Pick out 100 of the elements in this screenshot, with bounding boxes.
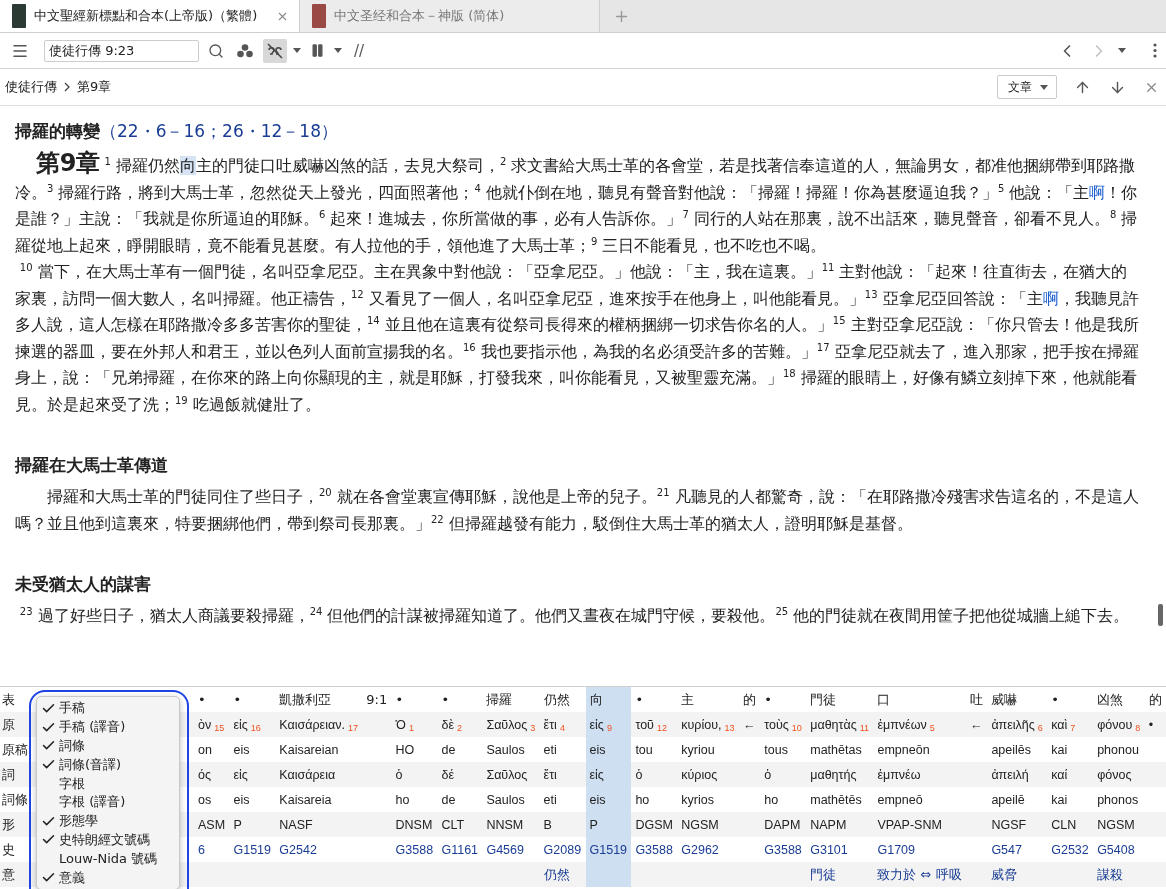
- greek-word-cell[interactable]: Καισάρειαν. 17: [275, 712, 363, 737]
- greek-word: καὶ: [1051, 717, 1068, 732]
- table-cell[interactable]: •: [194, 687, 230, 712]
- table-cell[interactable]: •: [1047, 687, 1094, 712]
- table-cell-text: eis: [232, 741, 251, 759]
- strong-number-link[interactable]: 6: [194, 837, 230, 862]
- view-dropdown[interactable]: 文章: [997, 75, 1057, 99]
- strong-number-link[interactable]: G3588: [760, 837, 807, 862]
- table-cell[interactable]: •: [437, 687, 483, 712]
- table-cell[interactable]: 凶煞: [1093, 687, 1145, 712]
- greek-word-cell[interactable]: Ὁ 1: [391, 712, 438, 737]
- table-cell-text: kyriou: [680, 741, 716, 759]
- greek-word-cell[interactable]: φόνου 8: [1093, 712, 1145, 737]
- table-cell-text: HO: [394, 741, 416, 759]
- menu-item[interactable]: 手稿 (譯音): [37, 717, 179, 737]
- strong-number-link[interactable]: G547: [987, 837, 1048, 862]
- separator-toggle[interactable]: //: [354, 41, 365, 60]
- table-cell-text: 門徒: [809, 865, 838, 884]
- table-cell-text: kai: [1050, 791, 1069, 809]
- table-cell[interactable]: •: [631, 687, 678, 712]
- word-order-number: 8: [1135, 723, 1141, 735]
- table-cell[interactable]: 口: [873, 687, 966, 712]
- verse-paragraph: $^{10}$ 當下，在大馬士革有一個門徒，名叫亞拿尼亞。主在異象中對他說：「亞拿尼亞。」他說：「主，我在這裏。」$^{11}$ 主對他說：「起來！往直街去，在猶大的家裏，訪問一個大數人，名叫掃羅。他正禱告，$^{12}$ 又看見了一個人，名叫亞拿尼亞，進來按手在他身上，叫他能看見。」$^{13}$ 亞拿尼亞回答說：「主啊，我聽見許多人說，這人怎樣在耶路撒冷多多苦害你的聖徒，$^{14}$ 並且他在這裏有從祭司長得來的權柄捆綁一切求告你名的人。」$^{15}$ 主對亞拿尼亞說：「你只管去！他是我所揀選的器皿，要在外邦人和君王，並以色列人面前宣揚我的名。$^{16}$ 我也要指示他，為我的名必須受許多的苦難。」$^{17}$ 亞拿尼亞就去了，進入那家，把手按在掃羅身上，說：「兄弟掃羅，在你來的路上向你顯現的主，就是耶穌，打發我來，叫你能看見，又被聖靈充滿。」$^{18}$ 掃羅的眼睛上，好像有鱗立刻掉下來，他就能看見。於是起來受了洗；$^{19}$ 吃過飯就健壯了。: [15, 260, 1140, 416]
- word-link[interactable]: 啊: [1089, 182, 1106, 202]
- greek-word-cell[interactable]: τοὺς 10: [760, 712, 807, 737]
- table-cell[interactable]: 威嚇: [987, 687, 1048, 712]
- table-cell[interactable]: •: [760, 687, 807, 712]
- selected-word[interactable]: 向: [179, 156, 196, 175]
- section-heading: 掃羅的轉變（22・6－16；26・12－18）: [15, 120, 339, 143]
- table-cell[interactable]: 的: [738, 687, 761, 712]
- row-label: 原稿: [2, 740, 28, 759]
- strong-number-link[interactable]: G1519: [585, 837, 632, 862]
- word-link[interactable]: 啊: [1042, 288, 1059, 308]
- strong-number-link[interactable]: G1161: [437, 837, 483, 862]
- table-cell[interactable]: •: [229, 687, 276, 712]
- reference-field[interactable]: 使徒行傳 9:23: [44, 39, 199, 62]
- menu-item[interactable]: 詞條: [37, 736, 179, 756]
- greek-word-cell[interactable]: δὲ 2: [437, 712, 483, 737]
- greek-word: δὲ: [441, 717, 454, 732]
- word-order-number: 11: [859, 723, 870, 735]
- table-cell-text: kyrios: [680, 791, 715, 809]
- greek-word-cell[interactable]: καὶ 7: [1047, 712, 1094, 737]
- menu-item[interactable]: 意義: [37, 868, 179, 887]
- strong-number-link[interactable]: G3588: [391, 837, 438, 862]
- greek-word-cell[interactable]: εἰς 16: [229, 712, 276, 737]
- table-cell[interactable]: 凱撒利亞: [275, 687, 363, 712]
- strong-number-link[interactable]: G2962: [677, 837, 739, 862]
- table-cell-text: phonou: [1096, 741, 1140, 759]
- verse-paragraph: $^{23}$ 過了好些日子，猶太人商議要殺掃羅，$^{24}$ 但他們的計謀被掃羅知道了。他們又晝夜在城門守候，要殺他。$^{25}$ 他的門徒就在夜間用筐子把他從城牆上縋下去。: [18, 604, 1131, 627]
- table-cell[interactable]: 9:1: [362, 687, 392, 712]
- table-cell[interactable]: 仍然: [539, 687, 586, 712]
- strong-number-link[interactable]: G1519: [229, 837, 276, 862]
- menu-item[interactable]: Louw-Nida 號碼: [37, 849, 179, 869]
- table-cell[interactable]: 的: [1144, 687, 1166, 712]
- greek-word: τοῦ: [635, 717, 654, 732]
- row-label: 原: [2, 715, 15, 734]
- table-cell[interactable]: 主: [677, 687, 739, 712]
- breadcrumb-chapter[interactable]: 第9章: [77, 78, 112, 96]
- table-cell: P: [585, 812, 632, 837]
- table-cell-text: de: [440, 791, 457, 809]
- columns-icon: [310, 43, 325, 58]
- document-tab[interactable]: 中文圣经和合本－神版 (简体): [300, 0, 600, 32]
- greek-word-cell[interactable]: ἀπειλῆς 6: [987, 712, 1048, 737]
- table-cell[interactable]: 掃羅: [482, 687, 540, 712]
- table-cell[interactable]: 吐: [966, 687, 988, 712]
- menu-item[interactable]: 字根: [37, 774, 179, 793]
- strong-number-link[interactable]: G3588: [631, 837, 678, 862]
- breadcrumb-book[interactable]: 使徒行傳: [5, 78, 57, 96]
- scrollbar-thumb[interactable]: [1158, 604, 1163, 626]
- menu-item[interactable]: 史特朗經文號碼: [37, 830, 179, 850]
- greek-word-cell[interactable]: ἔτι 4: [539, 712, 586, 737]
- greek-word-cell[interactable]: τοῦ 12: [631, 712, 678, 737]
- word-order-number: 17: [347, 723, 358, 735]
- greek-word-cell[interactable]: κυρίου, 13: [677, 712, 739, 737]
- menu-item[interactable]: 字根 (譯音): [37, 793, 179, 812]
- strong-number-link[interactable]: G2532: [1047, 837, 1094, 862]
- greek-word-cell[interactable]: ἐμπνέων 5: [873, 712, 966, 737]
- greek-word-cell[interactable]: εἰς 9: [585, 712, 632, 737]
- strong-number-link[interactable]: G1709: [873, 837, 966, 862]
- menu-item[interactable]: 形態學: [37, 811, 179, 831]
- strong-number-link[interactable]: G3101: [806, 837, 874, 862]
- greek-word-cell[interactable]: μαθητὰς 11: [806, 712, 874, 737]
- table-cell-text: ἐμπνέω: [876, 766, 922, 784]
- selected-column-cell: [585, 862, 632, 887]
- strong-number-link[interactable]: G2542: [275, 837, 363, 862]
- greek-word-cell[interactable]: ὸν 15: [194, 712, 230, 737]
- menu-item[interactable]: 手稿: [37, 699, 179, 718]
- document-tab[interactable]: 中文聖經新標點和合本(上帝版)（繁體): [0, 0, 300, 32]
- table-cell[interactable]: 向: [585, 687, 632, 712]
- interlinear-button[interactable]: [263, 38, 287, 63]
- word-order-number: 3: [530, 723, 536, 735]
- crossed-omega-icon: [266, 41, 284, 60]
- table-cell[interactable]: 門徒: [806, 687, 874, 712]
- strong-number-link[interactable]: G4569: [482, 837, 540, 862]
- strong-number-link[interactable]: G2089: [539, 837, 586, 862]
- menu-item[interactable]: 詞條(音譯): [37, 755, 179, 775]
- greek-word-cell[interactable]: Σαῦλος 3: [482, 712, 540, 737]
- row-label: 形: [2, 815, 15, 834]
- strong-number-link[interactable]: G5408: [1093, 837, 1145, 862]
- table-cell[interactable]: •: [391, 687, 438, 712]
